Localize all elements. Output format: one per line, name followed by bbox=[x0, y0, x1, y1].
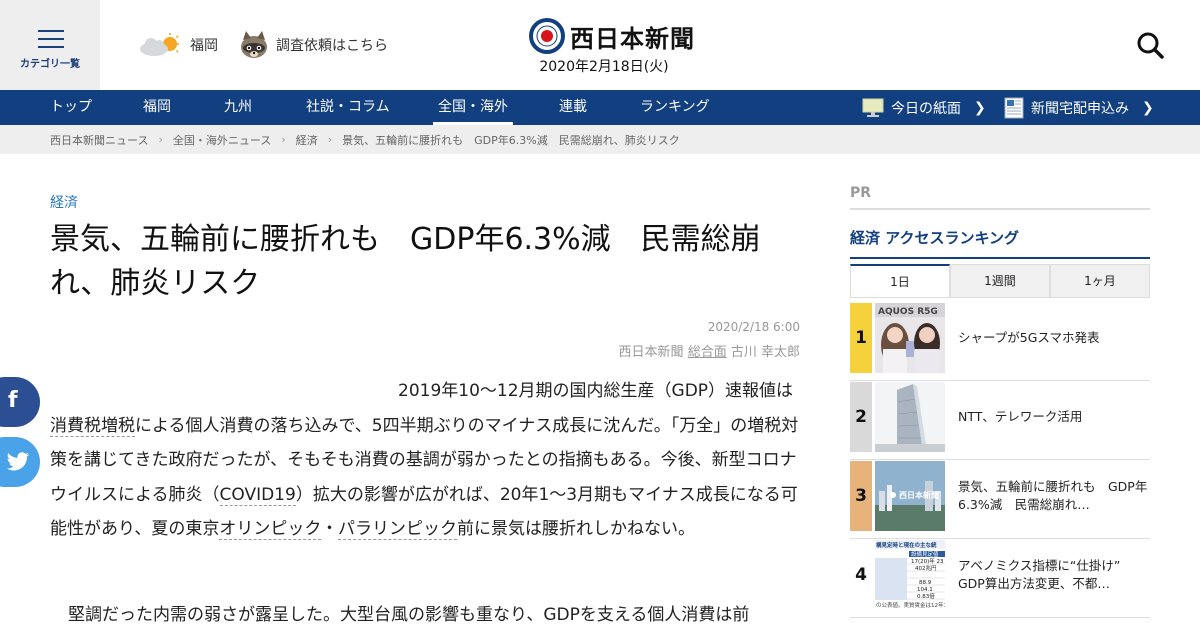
ranking-item[interactable]: 3 西日本新聞 景気、五輪前に腰折れも GDP年6.3%減 民需総崩れ… bbox=[850, 461, 1150, 539]
rank-number: 4 bbox=[850, 540, 872, 610]
twitter-share-button[interactable] bbox=[0, 437, 40, 487]
article-title: 景気、五輪前に腰折れも GDP年6.3%減 民需総崩れ、肺炎リスク bbox=[50, 222, 761, 301]
thumb-logo-text: AQUOS R5G bbox=[878, 307, 938, 317]
chevron-right-icon: ❯ bbox=[974, 99, 986, 116]
article-category[interactable]: 経済 bbox=[50, 192, 78, 212]
paragraph-text: ・ bbox=[321, 519, 338, 539]
divider bbox=[850, 208, 1150, 210]
site-logo[interactable]: 西日本新聞 bbox=[528, 18, 695, 54]
table-thumb-text: の公表値。実質賃金は12年10月 bbox=[876, 601, 945, 609]
tab-1month[interactable]: 1ヶ月 bbox=[1050, 264, 1150, 298]
article-paragraph-2: 堅調だった内需の弱さが露呈した。大型台風の影響も重なり、GDPを支える個人消費は… bbox=[68, 605, 750, 625]
article-byline: 西日本新聞 総合面 古川 幸太郎 bbox=[619, 341, 800, 360]
nav-item-national[interactable]: 全国・海外 bbox=[433, 90, 513, 125]
divider bbox=[850, 257, 1150, 259]
breadcrumb-item[interactable]: 西日本新聞ニュース bbox=[50, 132, 148, 148]
ranking-item-title: シャープが5Gスマホ発表 bbox=[958, 330, 1100, 345]
rank-number: 3 bbox=[850, 461, 872, 531]
paragraph-text: 前に景気は腰折れしかねない。 bbox=[457, 519, 695, 539]
chevron-right-icon: › bbox=[158, 133, 163, 146]
tab-1week[interactable]: 1週間 bbox=[950, 264, 1050, 298]
ranking-item[interactable]: 4 構見定時と現在の主な統 設備見定値 17(20)年 23 402兆円 88.… bbox=[850, 540, 1150, 618]
nav-item-ranking[interactable]: ランキング bbox=[640, 90, 710, 125]
logo-text: 西日本新聞 bbox=[570, 23, 695, 53]
article-paragraph: 2019年10～12月期の国内総生産（GDP）速報値は消費税増税による個人消費の… bbox=[50, 374, 800, 547]
category-menu-label: カテゴリ一覧 bbox=[20, 59, 80, 70]
thumb-logo-text: 西日本新聞 bbox=[899, 490, 939, 500]
nav-item-kyushu[interactable]: 九州 bbox=[224, 90, 252, 125]
raccoon-icon bbox=[241, 31, 267, 58]
article-thumbnail: 西日本新聞 bbox=[875, 461, 945, 531]
tab-1day[interactable]: 1日 bbox=[850, 264, 950, 298]
delivery-label: 新聞宅配申込み bbox=[1031, 100, 1129, 117]
category-menu-button[interactable]: カテゴリ一覧 bbox=[0, 0, 100, 90]
weather-location: 福岡 bbox=[190, 38, 218, 54]
table-thumb-text: 104.1 bbox=[917, 587, 933, 593]
newspaper-icon bbox=[1004, 97, 1024, 118]
article-thumbnail: AQUOS R5G bbox=[875, 303, 945, 373]
table-thumb-text: 17(20)年 23 bbox=[911, 557, 944, 565]
nav-item-series[interactable]: 連載 bbox=[559, 90, 587, 125]
weather-widget[interactable]: 福岡 bbox=[138, 32, 218, 58]
table-thumb-text: 設備見定値 bbox=[911, 550, 939, 558]
breadcrumb: 西日本新聞ニュース › 全国・海外ニュース › 経済 › 景気、五輪前に腰折れも… bbox=[0, 125, 1200, 154]
chevron-right-icon: › bbox=[327, 133, 333, 146]
pr-label: PR bbox=[850, 185, 872, 201]
keyword-link-paralympic[interactable]: パラリンピック bbox=[338, 519, 457, 540]
article-source: 西日本新聞 bbox=[618, 345, 684, 360]
table-thumb-text: 88.9 bbox=[919, 580, 932, 586]
breadcrumb-item[interactable]: 全国・海外ニュース bbox=[173, 132, 271, 148]
breadcrumb-current: 景気、五輪前に腰折れも GDP年6.3%減 民需総崩れ、肺炎リスク bbox=[342, 133, 680, 147]
ranking-item-title: アベノミクス指標に“仕掛け” GDP算出方法変更、不都… bbox=[958, 558, 1133, 591]
twitter-icon bbox=[6, 452, 30, 471]
article-datetime: 2020/2/18 6:00 bbox=[707, 320, 800, 334]
monitor-icon bbox=[862, 98, 884, 117]
ranking-tabs: 1日 1週間 1ヶ月 bbox=[850, 264, 1150, 298]
article-author: 古川 幸太郎 bbox=[730, 345, 800, 360]
sidebar: PR 経済 アクセスランキング 1日 1週間 1ヶ月 1 AQUOS R5G シ… bbox=[850, 154, 1150, 630]
ranking-item[interactable]: 1 AQUOS R5G シャープが5Gスマホ発表 bbox=[850, 303, 1150, 381]
rank-number: 1 bbox=[850, 303, 872, 373]
site-header: カテゴリ一覧 福岡 調査依頼はこちら 西日本新聞 2020年2月18日(火) bbox=[0, 0, 1200, 90]
survey-link[interactable]: 調査依頼はこちら bbox=[238, 30, 388, 60]
article: 経済 景気、五輪前に腰折れも GDP年6.3%減 民需総崩れ、肺炎リスク 202… bbox=[50, 154, 800, 630]
keyword-link-olympic[interactable]: オリンピック bbox=[219, 519, 321, 540]
logo-mark-icon bbox=[529, 18, 565, 54]
current-date: 2020年2月18日(火) bbox=[539, 59, 669, 75]
keyword-link-covid[interactable]: COVID19 bbox=[219, 484, 296, 506]
global-nav: トップ 福岡 九州 社説・コラム 全国・海外 連載 ランキング 今日の紙面 ❯ … bbox=[0, 90, 1200, 125]
ranking-item[interactable]: 2 NTT、テレワーク活用 bbox=[850, 382, 1150, 460]
nav-item-fukuoka[interactable]: 福岡 bbox=[143, 90, 171, 125]
facebook-icon: f bbox=[8, 388, 18, 413]
weather-icon bbox=[140, 33, 179, 56]
ranking-item-title: 景気、五輪前に腰折れも GDP年6.3%減 民需総崩れ… bbox=[958, 479, 1148, 512]
keyword-link-tax[interactable]: 消費税増税 bbox=[50, 415, 135, 437]
article-thumbnail bbox=[875, 382, 945, 452]
paragraph-lead: 2019年10～12月期の国内総生産（GDP）速報値は bbox=[398, 381, 794, 401]
table-thumb-text: 402兆円 bbox=[915, 564, 937, 572]
ranking-item-title: NTT、テレワーク活用 bbox=[958, 409, 1083, 424]
table-thumb-text: 0.83倍 bbox=[917, 592, 935, 600]
article-thumbnail: 構見定時と現在の主な統 設備見定値 17(20)年 23 402兆円 88.9 … bbox=[875, 540, 945, 610]
delivery-link[interactable]: 新聞宅配申込み ❯ bbox=[1004, 90, 1154, 125]
hamburger-icon bbox=[38, 30, 64, 48]
rank-number: 2 bbox=[850, 382, 872, 452]
chevron-right-icon: › bbox=[281, 133, 286, 146]
facebook-share-button[interactable]: f bbox=[0, 377, 40, 427]
ranking-title: 経済 アクセスランキング bbox=[850, 229, 1020, 247]
article-section-link[interactable]: 総合面 bbox=[688, 345, 727, 360]
today-paper-link[interactable]: 今日の紙面 ❯ bbox=[862, 90, 986, 125]
survey-link-label: 調査依頼はこちら bbox=[276, 38, 388, 54]
breadcrumb-item[interactable]: 経済 bbox=[296, 132, 318, 148]
today-paper-label: 今日の紙面 bbox=[891, 100, 961, 117]
search-icon[interactable] bbox=[1136, 31, 1164, 59]
chevron-right-icon: ❯ bbox=[1142, 99, 1154, 116]
nav-item-editorial[interactable]: 社説・コラム bbox=[306, 90, 390, 125]
nav-item-top[interactable]: トップ bbox=[50, 90, 92, 125]
table-thumb-text: 構見定時と現在の主な統 bbox=[876, 541, 937, 549]
